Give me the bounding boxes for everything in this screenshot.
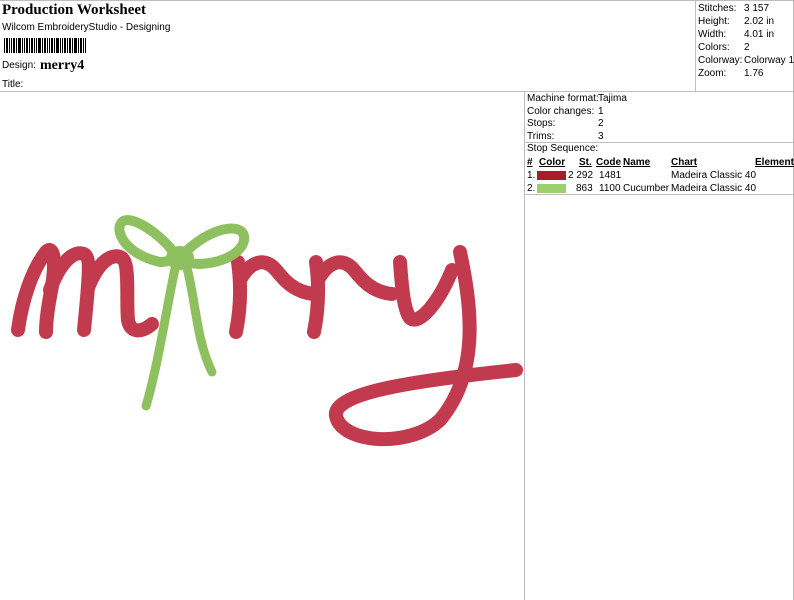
stop-num: 1. [527, 170, 536, 181]
stop-name: Cucumber [623, 183, 670, 194]
col-header-color: Color [539, 157, 566, 168]
design-label: Design: [2, 60, 36, 71]
stat-row-stitches: Stitches: 3 157 [698, 3, 770, 14]
machine-info: Machine format: Tajima Color changes: 1 St… [527, 93, 787, 143]
stop-sequence-label: Stop Sequence: [527, 143, 599, 154]
software-name: Wilcom EmbroideryStudio - Designing [2, 22, 171, 33]
col-header-name: Name [623, 157, 651, 168]
info-panel-divider [524, 91, 525, 600]
stat-row-zoom: Zoom: 1.76 [698, 68, 764, 79]
col-header-num: # [527, 157, 533, 168]
red-thread-lettering [11, 243, 523, 446]
production-worksheet: Production Worksheet Wilcom EmbroiderySt… [0, 0, 794, 600]
machine-row-stops: Stops: 2 [527, 118, 604, 129]
barcode-image [4, 38, 86, 53]
stop-num: 2. [527, 183, 536, 194]
col-header-element: Element [755, 157, 794, 168]
machine-row-trims: Trims: 3 [527, 130, 604, 142]
stat-row-colors: Colors: 2 [698, 42, 750, 53]
col-header-chart: Chart [671, 157, 698, 168]
stop-code: 1100 [599, 183, 621, 194]
top-border [0, 0, 794, 1]
machine-row-color-changes: Color changes: 1 [527, 105, 604, 117]
col-header-code: Code [596, 157, 621, 168]
color-swatch [537, 171, 566, 180]
stats-divider [695, 0, 696, 91]
stop-chart: Madeira Classic 40 [671, 183, 757, 194]
header-divider [0, 91, 794, 92]
page-title: Production Worksheet [2, 2, 147, 18]
title-label: Title: [2, 79, 24, 90]
stop-stitches: 863 [576, 183, 593, 194]
color-swatch [537, 184, 566, 193]
stat-row-height: Height: 2.02 in [698, 16, 775, 27]
stat-row-colorway: Colorway: Colorway 1 [698, 55, 794, 66]
stop-stitches: 2 292 [568, 170, 594, 181]
stop-chart: Madeira Classic 40 [671, 170, 757, 181]
design-name: merry4 [40, 58, 85, 73]
stopseq-divider [524, 194, 794, 195]
embroidery-preview [11, 215, 523, 446]
col-header-stitches: St. [579, 157, 592, 168]
stat-row-width: Width: 4.01 in [698, 29, 775, 40]
stop-code: 1481 [599, 170, 622, 181]
design-stats: Stitches: 3 157 Height: 2.02 in Width: 4.01… [698, 2, 794, 80]
machine-row-format: Machine format: Tajima [527, 93, 627, 104]
green-thread-bow [114, 215, 250, 411]
